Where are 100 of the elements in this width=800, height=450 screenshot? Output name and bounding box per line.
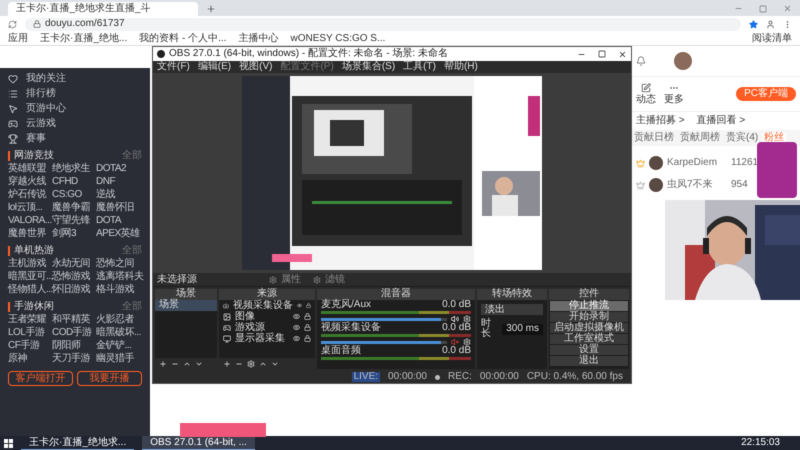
muted-speaker-icon[interactable] [451,338,459,346]
menu-item[interactable]: 文件(F) [157,62,190,72]
category-link[interactable]: 逃离塔科夫 [96,272,142,283]
speaker-icon[interactable] [451,315,459,323]
category-link[interactable]: COD手游 [52,328,96,339]
category-link[interactable]: 魔兽争霸 [52,203,96,214]
lock-icon[interactable] [304,313,311,320]
category-link[interactable]: lol云顶... [8,203,52,214]
sidebar-button[interactable]: 我要开播 [77,371,142,386]
category-link[interactable]: 绝地求生 [52,164,96,175]
lock-icon[interactable] [304,324,311,331]
category-link[interactable]: DOTA2 [96,164,142,175]
sidebar-item[interactable]: 赛事 [8,132,142,145]
avatar[interactable] [674,52,692,70]
category-link[interactable]: DNF [96,177,142,188]
bookmark-link[interactable]: wONESY CS:GO S... [290,34,386,44]
category-link[interactable]: 原神 [8,354,52,365]
edit-icon[interactable] [641,83,651,93]
address-bar[interactable]: douyu.com/61737 [25,18,741,30]
bookmark-star-icon[interactable] [749,20,758,28]
panel-link[interactable]: 直播回看 > [696,116,746,126]
sidebar-item[interactable]: 页游中心 [8,102,142,115]
maximize-icon[interactable] [598,50,606,58]
bookmark-link[interactable]: 应用 [8,34,28,44]
category-link[interactable]: 主机游戏 [8,259,52,270]
category-link[interactable]: VALORA... [8,216,52,227]
new-tab-icon[interactable] [206,4,216,14]
category-link[interactable]: 守望先锋 [52,216,96,227]
category-link[interactable]: 幽灵猎手 [96,354,142,365]
gear-icon[interactable] [247,360,255,368]
profile-icon[interactable] [766,20,775,28]
windows-logo-icon[interactable] [4,438,13,448]
add-icon[interactable] [223,360,231,368]
sidebar-item[interactable]: 排行榜 [8,87,142,100]
bell-icon[interactable] [636,56,646,66]
eye-icon[interactable] [293,335,300,342]
source-item[interactable]: 视频采集设备 [232,300,293,310]
bookmark-link[interactable]: 我的资料 - 个人中... [139,34,226,44]
volume-slider[interactable] [321,318,447,320]
category-link[interactable]: 逆战 [96,190,142,201]
category-link[interactable]: CFHD [52,177,96,188]
category-link[interactable]: 暗黑破坏... [96,328,142,339]
category-link[interactable]: 怀旧游戏 [52,285,96,296]
category-link[interactable]: LOL手游 [8,328,52,339]
taskbar-item[interactable]: OBS 27.0.1 (64-bit, ... [142,436,255,450]
source-item[interactable]: 图像 [235,312,289,322]
menu-item[interactable]: 帮助(H) [444,62,478,72]
reload-icon[interactable] [8,20,17,28]
control-button[interactable]: 开始录制 [550,312,628,322]
category-link[interactable]: 恐怖之间 [96,259,142,270]
gear-icon[interactable] [463,338,471,346]
control-button[interactable]: 工作室模式 [550,334,628,344]
rank-tab[interactable]: 贡献日榜 [632,133,676,143]
menu-item[interactable]: 视图(V) [239,62,272,72]
source-item[interactable]: 游戏源 [235,322,289,332]
eye-icon[interactable] [296,302,302,309]
category-link[interactable]: 和平精英 [52,315,96,326]
bookmark-link[interactable]: 王卡尔·直播_绝地... [40,34,128,44]
sidebar-item[interactable]: 我的关注 [8,72,142,85]
category-link[interactable]: 永劫无间 [52,259,96,270]
close-icon[interactable] [618,50,627,58]
lock-icon[interactable] [304,335,311,342]
category-link[interactable]: 英雄联盟 [8,164,52,175]
category-link[interactable]: CS:GO [52,190,96,201]
sidebar-button[interactable]: 客户端打开 [8,371,73,386]
control-button[interactable]: 启动虚拟摄像机 [550,323,628,333]
source-item[interactable]: 显示器采集 [235,334,289,344]
add-icon[interactable] [159,360,167,368]
menu-item[interactable]: 工具(T) [403,62,436,72]
category-link[interactable]: 金铲铲... [96,341,142,352]
category-link[interactable]: APEX英雄 [96,229,142,240]
lock-icon[interactable] [306,302,311,309]
control-button[interactable]: 设置 [550,345,628,355]
bookmark-link[interactable]: 主播中心 [238,34,278,44]
action-label[interactable]: 动态 [636,95,656,105]
category-link[interactable]: DOTA [96,216,142,227]
category-link[interactable]: 火影忍者 [96,315,142,326]
category-link[interactable]: 魔兽怀旧 [96,203,142,214]
eye-icon[interactable] [293,313,300,320]
category-link[interactable]: 恐怖游戏 [52,272,96,283]
rank-tab[interactable]: 贡献周榜 [678,133,722,143]
category-link[interactable]: 王者荣耀 [8,315,52,326]
gear-icon[interactable] [463,315,471,323]
scene-item[interactable]: 场景 [155,300,217,311]
rank-tab[interactable]: 贵宾(4) [724,133,760,143]
category-link[interactable]: 魔兽世界 [8,229,52,240]
sidebar-item[interactable]: 云游戏 [8,117,142,130]
category-link[interactable]: 格斗游戏 [96,285,142,296]
category-link[interactable]: 剑网3 [52,229,96,240]
menu-item[interactable]: 场景集合(S) [342,62,396,72]
panel-link[interactable]: 主播招募 > [636,116,685,126]
duration-field[interactable]: 300 ms [502,324,543,334]
control-button[interactable]: 退出 [550,356,628,366]
control-button[interactable]: 停止推流 [550,301,628,311]
category-link[interactable]: CF手游 [8,341,52,352]
browser-tab[interactable]: 王卡尔·直播_绝地求生直播_斗 [8,2,198,16]
category-link[interactable]: 暗黑亚可... [8,272,52,283]
menu-item[interactable]: 编辑(E) [198,62,232,72]
category-link[interactable]: 阴阳师 [52,341,96,352]
taskbar-item[interactable]: 王卡尔·直播_绝地求... [21,436,134,450]
